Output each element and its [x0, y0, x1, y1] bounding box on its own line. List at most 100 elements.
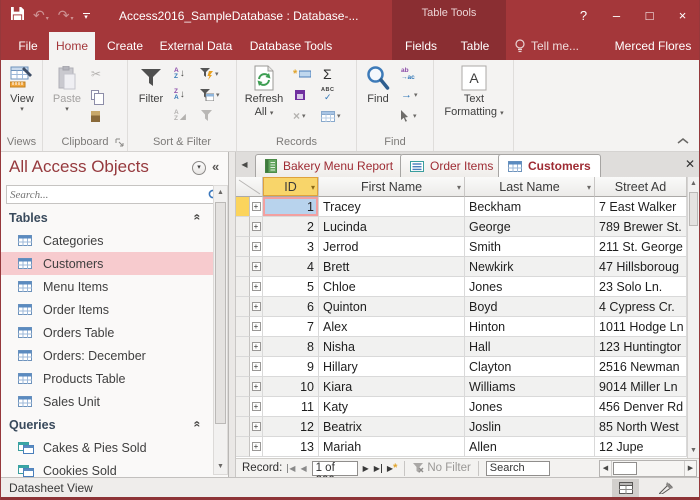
row-selector[interactable] [236, 317, 250, 337]
nav-pane-splitter[interactable] [229, 152, 236, 477]
cell-last-name[interactable]: Williams [465, 377, 595, 397]
cell-first-name[interactable]: Brett [319, 257, 465, 277]
record-search-input[interactable] [486, 461, 550, 476]
row-expander[interactable]: + [250, 277, 263, 297]
cell-street[interactable]: 23 Solo Ln. [595, 277, 687, 297]
row-selector[interactable] [236, 357, 250, 377]
scroll-up-icon[interactable]: ▲ [214, 186, 227, 200]
cell-last-name[interactable]: Boyd [465, 297, 595, 317]
replace-button[interactable]: ab→ac [401, 65, 415, 83]
sort-descending-button[interactable]: ZA↓ [174, 86, 185, 104]
cell-first-name[interactable]: Katy [319, 397, 465, 417]
row-selector[interactable] [236, 437, 250, 457]
cell-street[interactable]: 789 Brewer St. [595, 217, 687, 237]
selection-filter-button[interactable]: ▾ [200, 65, 219, 83]
cell-id[interactable]: 7 [263, 317, 319, 337]
sort-ascending-button[interactable]: AZ↓ [174, 65, 185, 83]
cell-first-name[interactable]: Quinton [319, 297, 465, 317]
tab-file[interactable]: File [9, 32, 47, 60]
cell-id[interactable]: 9 [263, 357, 319, 377]
vertical-scrollbar-thumb[interactable] [689, 192, 698, 226]
row-expander[interactable]: + [250, 417, 263, 437]
maximize-button[interactable]: □ [633, 0, 666, 32]
tab-home-active[interactable]: Home [49, 32, 95, 60]
cell-street[interactable]: 12 Jupe [595, 437, 687, 457]
cell-id[interactable]: 2 [263, 217, 319, 237]
collapse-ribbon-button[interactable] [677, 137, 689, 145]
row-selector[interactable] [236, 297, 250, 317]
cell-first-name[interactable]: Hillary [319, 357, 465, 377]
datasheet-view-button[interactable] [612, 479, 639, 497]
save-record-button[interactable] [295, 86, 305, 104]
cell-first-name[interactable]: Alex [319, 317, 465, 337]
cell-street[interactable]: 211 St. George [595, 237, 687, 257]
refresh-all-button[interactable]: Refresh All ▾ [241, 63, 287, 119]
cell-first-name[interactable]: Chloe [319, 277, 465, 297]
cell-first-name[interactable]: Beatrix [319, 417, 465, 437]
minimize-button[interactable]: – [600, 0, 633, 32]
nav-item-categories[interactable]: Categories [1, 229, 213, 252]
cut-button[interactable]: ✂ [91, 65, 101, 83]
totals-button[interactable]: Σ [323, 65, 332, 83]
cell-last-name[interactable]: Beckham [465, 197, 595, 217]
row-expander[interactable]: + [250, 217, 263, 237]
cell-last-name[interactable]: Hinton [465, 317, 595, 337]
help-button[interactable]: ? [567, 0, 600, 32]
row-expander[interactable]: + [250, 197, 263, 217]
row-expander[interactable]: + [250, 337, 263, 357]
column-header-last-name[interactable]: Last Name▾ [465, 177, 595, 197]
previous-record-button[interactable]: ◀ [300, 464, 306, 473]
collapse-group-icon[interactable]: « [191, 421, 205, 428]
cell-id[interactable]: 3 [263, 237, 319, 257]
nav-item-order-items[interactable]: Order Items [1, 298, 213, 321]
row-selector[interactable] [236, 217, 250, 237]
scroll-down-icon[interactable]: ▼ [688, 444, 699, 458]
nav-scrollbar[interactable]: ▲ ▼ [213, 185, 228, 475]
horizontal-scrollbar[interactable]: ◀ ▶ [599, 460, 697, 477]
cell-street[interactable]: 9014 Miller Ln [595, 377, 687, 397]
nav-group-queries[interactable]: Queries « [1, 413, 213, 436]
tab-external-data[interactable]: External Data [153, 32, 239, 60]
row-selector[interactable] [236, 337, 250, 357]
scroll-up-icon[interactable]: ▲ [688, 177, 699, 191]
cell-id[interactable]: 13 [263, 437, 319, 457]
next-record-button[interactable]: ▶ [363, 464, 369, 473]
view-button[interactable]: View ▾ [5, 63, 39, 113]
shutter-bar-close-icon[interactable]: « [212, 159, 219, 174]
new-record-nav-button[interactable]: ▶* [387, 464, 397, 473]
cell-first-name[interactable]: Mariah [319, 437, 465, 457]
tab-table[interactable]: Table [449, 32, 501, 60]
tab-fields[interactable]: Fields [397, 32, 445, 60]
collapse-group-icon[interactable]: « [191, 214, 205, 221]
cell-first-name[interactable]: Tracey [319, 197, 465, 217]
advanced-filter-button[interactable]: ▾ [200, 86, 220, 104]
cell-last-name[interactable]: George [465, 217, 595, 237]
row-selector[interactable] [236, 237, 250, 257]
text-formatting-button[interactable]: A Text Formatting ▾ [442, 63, 506, 119]
cell-street[interactable]: 1011 Hodge Ln [595, 317, 687, 337]
row-expander[interactable]: + [250, 357, 263, 377]
cell-id[interactable]: 4 [263, 257, 319, 277]
nav-item-menu-items[interactable]: Menu Items [1, 275, 213, 298]
row-expander[interactable]: + [250, 237, 263, 257]
row-expander[interactable]: + [250, 397, 263, 417]
customize-qat-button[interactable]: ▾ [83, 13, 90, 20]
select-all-corner[interactable] [236, 177, 263, 197]
cell-last-name[interactable]: Clayton [465, 357, 595, 377]
cell-street[interactable]: 7 East Walker [595, 197, 687, 217]
cell-last-name[interactable]: Newkirk [465, 257, 595, 277]
cell-first-name[interactable]: Nisha [319, 337, 465, 357]
cell-id[interactable]: 10 [263, 377, 319, 397]
last-record-button[interactable]: ▶ [374, 464, 382, 473]
cell-last-name[interactable]: Jones [465, 277, 595, 297]
cell-id[interactable]: 8 [263, 337, 319, 357]
cell-last-name[interactable]: Hall [465, 337, 595, 357]
tell-me-box[interactable]: Tell me... [515, 32, 579, 60]
new-record-button[interactable]: * [293, 65, 311, 83]
nav-item-products-table[interactable]: Products Table [1, 367, 213, 390]
cell-id[interactable]: 12 [263, 417, 319, 437]
nav-menu-button[interactable]: ▾ [192, 161, 206, 175]
nav-item-orders-table[interactable]: Orders Table [1, 321, 213, 344]
more-records-button[interactable]: ▾ [321, 107, 341, 125]
cell-id-active[interactable]: 1 [263, 197, 319, 217]
